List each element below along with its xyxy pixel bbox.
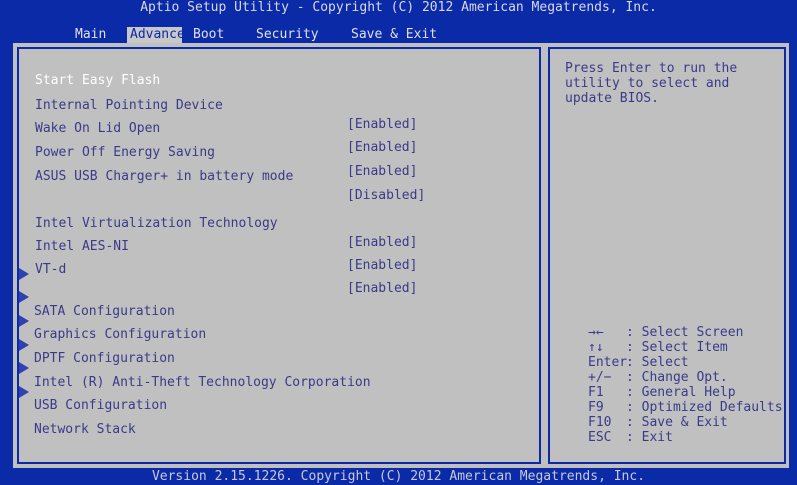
submenu-label: Intel (R) Anti-Theft Technology Corporat… (34, 375, 371, 390)
settings-pane: Start Easy Flash Internal Pointing Devic… (17, 47, 541, 464)
submenu-usb-configuration[interactable]: USB Configuration (19, 358, 167, 413)
tab-security[interactable]: Security (253, 27, 322, 43)
key-desc: : Optimized Defaults (626, 400, 783, 415)
key-desc: : Change Opt. (626, 370, 728, 385)
key-name: Enter (588, 355, 628, 370)
help-pane: Press Enter to run the utility to select… (548, 47, 786, 464)
help-description: Press Enter to run the utility to select… (565, 61, 738, 106)
tab-bar: Main Advance Boot Security Save & Exit (0, 27, 797, 43)
submenu-network-stack[interactable]: Network Stack (19, 382, 136, 437)
key-name: +/− (588, 370, 612, 385)
submenu-intel-anti-theft[interactable]: Intel (R) Anti-Theft Technology Corporat… (19, 335, 371, 390)
key-desc: : Select Item (626, 340, 728, 355)
submenu-dptf-configuration[interactable]: DPTF Configuration (19, 311, 175, 366)
tab-main[interactable]: Main (72, 27, 109, 43)
setting-asus-usb-charger[interactable]: ASUS USB Charger+ in battery mode [Disab… (35, 148, 425, 203)
key-desc: : Select (626, 355, 689, 370)
setting-value[interactable]: [Enabled] (347, 279, 417, 298)
setting-intel-virtualization[interactable]: Intel Virtualization Technology [Enabled… (35, 195, 417, 250)
submenu-label: Network Stack (34, 422, 136, 437)
key-name: F9 (588, 400, 604, 415)
key-name: F10 (588, 415, 612, 430)
setting-wake-on-lid-open[interactable]: Wake On Lid Open [Enabled] (35, 100, 417, 155)
submenu-arrow-icon (19, 291, 29, 303)
setting-value[interactable]: [Enabled] (347, 138, 417, 157)
setting-value[interactable]: [Enabled] (347, 162, 417, 181)
submenu-sata-configuration[interactable]: SATA Configuration (19, 264, 175, 319)
version-footer: Version 2.15.1226. Copyright (C) 2012 Am… (151, 469, 646, 484)
key-name: ESC (588, 430, 612, 445)
setting-label: ASUS USB Charger+ in battery mode (35, 169, 294, 184)
setting-vt-d[interactable]: VT-d [Enabled] (35, 241, 417, 296)
window-title: Aptio Setup Utility - Copyright (C) 2012… (140, 0, 657, 15)
submenu-arrow-icon (19, 339, 29, 351)
setting-value[interactable]: [Enabled] (347, 256, 417, 275)
setting-value[interactable]: [Enabled] (347, 115, 417, 134)
submenu-arrow-icon (19, 268, 29, 280)
submenu-arrow-icon (19, 386, 29, 398)
key-desc: : Exit (626, 430, 673, 445)
setting-value[interactable]: [Enabled] (347, 233, 417, 252)
key-desc: : Save & Exit (626, 415, 728, 430)
key-name: F1 (588, 385, 604, 400)
key-name: ↑↓ (588, 340, 604, 355)
setting-intel-aes-ni[interactable]: Intel AES-NI [Enabled] (35, 218, 417, 273)
tab-boot[interactable]: Boot (190, 27, 227, 43)
setting-value[interactable]: [Disabled] (347, 186, 425, 205)
submenu-arrow-icon (19, 315, 29, 327)
key-desc: : General Help (626, 385, 736, 400)
submenu-arrow-icon (19, 362, 29, 374)
tab-save-exit[interactable]: Save & Exit (348, 27, 440, 43)
key-name: →← (588, 325, 604, 340)
setting-label: Intel Virtualization Technology (35, 216, 278, 231)
setting-internal-pointing-device[interactable]: Internal Pointing Device [Enabled] (35, 77, 417, 132)
setting-power-off-energy-saving[interactable]: Power Off Energy Saving [Enabled] (35, 124, 417, 179)
tab-advance[interactable]: Advance (127, 27, 185, 43)
key-desc: : Select Screen (626, 325, 744, 340)
setting-start-easy-flash[interactable]: Start Easy Flash (35, 52, 160, 88)
submenu-graphics-configuration[interactable]: Graphics Configuration (19, 287, 206, 342)
